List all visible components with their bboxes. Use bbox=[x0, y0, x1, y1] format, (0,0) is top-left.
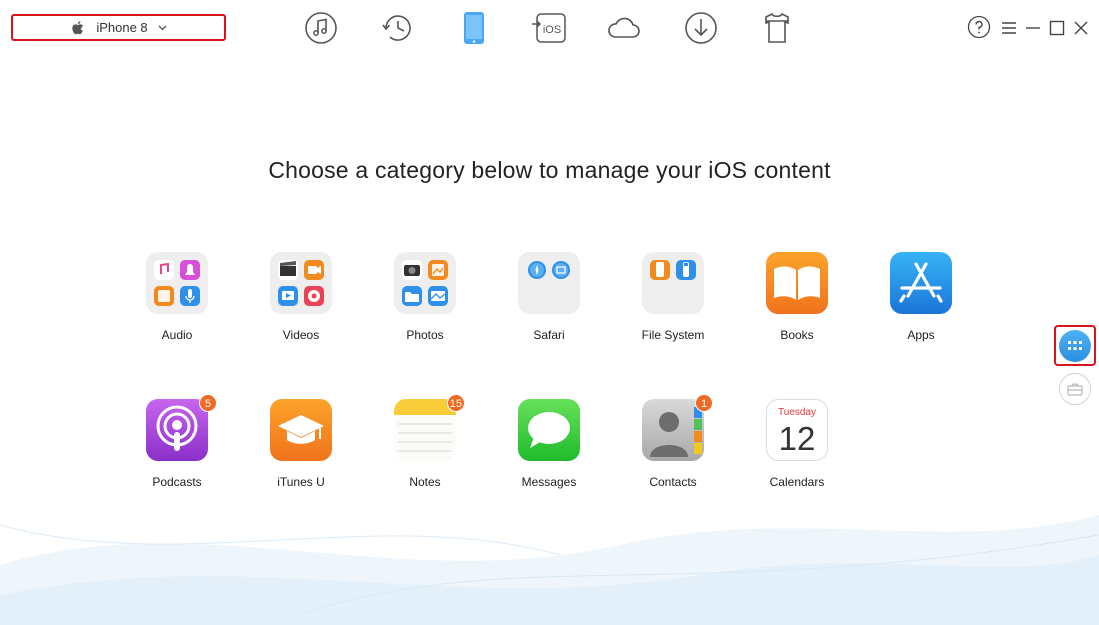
notification-badge: 15 bbox=[446, 394, 465, 412]
audio-icon bbox=[146, 252, 208, 314]
device-selector[interactable]: iPhone 8 bbox=[11, 14, 226, 41]
notification-badge: 1 bbox=[695, 394, 713, 412]
category-label: Safari bbox=[533, 328, 565, 342]
category-label: Books bbox=[780, 328, 814, 342]
help-icon[interactable] bbox=[967, 15, 991, 39]
category-label: Podcasts bbox=[152, 475, 202, 489]
category-videos[interactable]: Videos bbox=[239, 252, 363, 342]
category-label: Photos bbox=[406, 328, 444, 342]
category-label: Calendars bbox=[769, 475, 825, 489]
calendar-day-number: 12 bbox=[779, 420, 816, 457]
contacts-icon bbox=[642, 399, 704, 461]
photos-icon bbox=[394, 252, 456, 314]
category-label: Audio bbox=[161, 328, 193, 342]
background-wave bbox=[0, 515, 1099, 625]
videos-icon bbox=[270, 252, 332, 314]
music-note-icon[interactable] bbox=[303, 10, 339, 46]
app-store-icon bbox=[890, 252, 952, 314]
category-label: Videos bbox=[282, 328, 320, 342]
briefcase-icon bbox=[1067, 383, 1083, 396]
category-audio[interactable]: Audio bbox=[115, 252, 239, 342]
category-apps[interactable]: Apps bbox=[859, 252, 983, 342]
category-label: iTunes U bbox=[277, 475, 325, 489]
maximize-icon[interactable] bbox=[1049, 20, 1065, 36]
books-icon bbox=[766, 252, 828, 314]
to-ios-icon[interactable]: iOS bbox=[531, 10, 567, 46]
toolkit-button[interactable] bbox=[1059, 373, 1091, 405]
device-name: iPhone 8 bbox=[96, 20, 148, 35]
category-itunes-u[interactable]: iTunes U bbox=[239, 399, 363, 489]
download-icon[interactable] bbox=[683, 10, 719, 46]
menu-icon[interactable] bbox=[1001, 20, 1017, 36]
page-title: Choose a category below to manage your i… bbox=[268, 157, 831, 183]
tshirt-icon[interactable] bbox=[759, 10, 795, 46]
chevron-down-icon bbox=[158, 25, 167, 30]
grid-icon bbox=[1068, 340, 1082, 350]
iphone-icon[interactable] bbox=[456, 10, 492, 46]
category-messages[interactable]: Messages bbox=[487, 399, 611, 489]
category-label: Messages bbox=[521, 475, 577, 489]
minimize-icon[interactable] bbox=[1025, 20, 1041, 36]
close-icon[interactable] bbox=[1073, 20, 1089, 36]
notification-badge: 5 bbox=[199, 394, 217, 412]
history-clock-icon[interactable] bbox=[380, 10, 416, 46]
apple-icon bbox=[72, 20, 84, 34]
to-ios-label: iOS bbox=[543, 24, 561, 36]
podcasts-icon bbox=[146, 399, 208, 461]
category-podcasts[interactable]: 5 Podcasts bbox=[115, 394, 239, 489]
calendar-icon: Tuesday 12 bbox=[766, 399, 828, 461]
safari-icon bbox=[518, 252, 580, 314]
category-notes[interactable]: 15 Notes bbox=[363, 394, 487, 489]
category-label: Notes bbox=[409, 475, 441, 489]
category-file-system[interactable]: File System bbox=[611, 252, 735, 342]
category-books[interactable]: Books bbox=[735, 252, 859, 342]
category-contacts[interactable]: 1 Contacts bbox=[611, 394, 735, 489]
calendar-day-name: Tuesday bbox=[778, 407, 816, 418]
cloud-icon[interactable] bbox=[606, 10, 642, 46]
messages-icon bbox=[518, 399, 580, 461]
category-calendars[interactable]: Tuesday 12 Calendars bbox=[735, 399, 859, 489]
category-safari[interactable]: Safari bbox=[487, 252, 611, 342]
category-label: Contacts bbox=[649, 475, 697, 489]
category-view-button[interactable] bbox=[1054, 325, 1096, 366]
notes-icon bbox=[394, 399, 456, 461]
category-label: Apps bbox=[907, 328, 935, 342]
category-photos[interactable]: Photos bbox=[363, 252, 487, 342]
file-system-icon bbox=[642, 252, 704, 314]
itunes-u-icon bbox=[270, 399, 332, 461]
category-label: File System bbox=[641, 328, 705, 342]
